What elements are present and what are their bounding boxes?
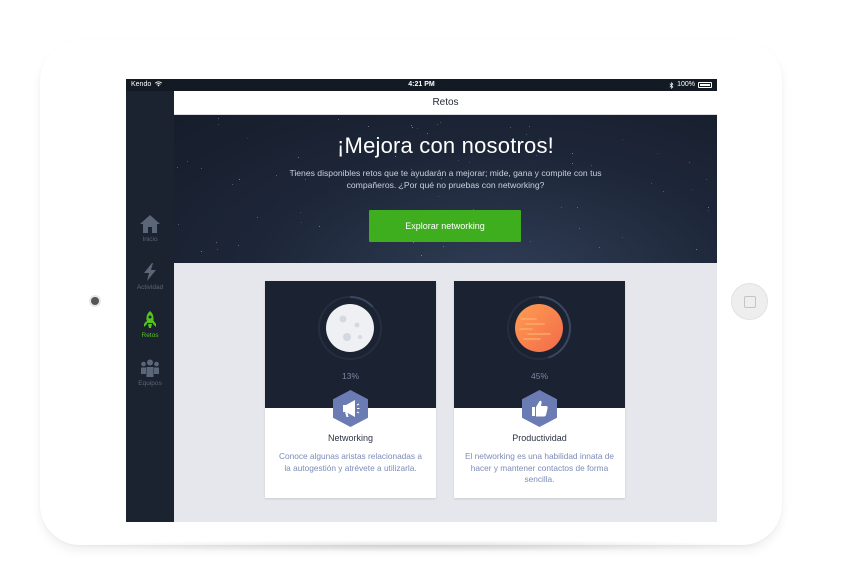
- card-header: 13%: [265, 281, 436, 408]
- card-header: 45%: [454, 281, 625, 408]
- main-content: Retos ¡Mejora con nosotros! Tienes dispo…: [174, 91, 717, 522]
- star-dot: [458, 160, 459, 161]
- hero-subtitle: Tienes disponibles retos que te ayudarán…: [289, 168, 602, 190]
- challenge-card[interactable]: 13% Networking Conoce algunas aristas re…: [265, 281, 436, 498]
- megaphone-icon: [333, 390, 368, 427]
- sidebar: Inicio Actividad Retos Equipos: [126, 91, 174, 522]
- star-dot: [591, 165, 592, 166]
- star-dot: [663, 191, 664, 192]
- star-dot: [438, 196, 439, 197]
- battery-percent: 100%: [677, 81, 695, 88]
- home-button[interactable]: [731, 283, 768, 320]
- star-dot: [469, 162, 470, 163]
- star-dot: [201, 168, 202, 169]
- hero-banner: ¡Mejora con nosotros! Tienes disponibles…: [174, 115, 717, 263]
- star-dot: [187, 161, 188, 162]
- thumbs-up-icon: [522, 390, 557, 427]
- star-dot: [696, 249, 697, 250]
- bluetooth-icon: [669, 81, 674, 89]
- team-icon: [141, 359, 159, 377]
- status-bar: Kendo 4:21 PM 100%: [126, 79, 717, 91]
- star-dot: [708, 210, 709, 211]
- tablet-shadow: [60, 540, 782, 552]
- sidebar-item-retos[interactable]: Retos: [126, 311, 174, 357]
- star-dot: [689, 162, 690, 163]
- moon-icon: [326, 304, 374, 352]
- star-dot: [530, 241, 531, 242]
- explore-networking-button[interactable]: Explorar networking: [369, 210, 521, 242]
- star-dot: [651, 183, 652, 184]
- sidebar-item-label: Retos: [141, 332, 159, 339]
- sidebar-item-label: Actividad: [136, 284, 164, 291]
- screen: Kendo 4:21 PM 100% Inicio Actividad Reto…: [126, 79, 717, 522]
- progress-ring: [507, 296, 571, 360]
- home-icon: [140, 215, 160, 233]
- star-dot: [217, 249, 218, 250]
- battery-icon: [698, 82, 712, 88]
- sidebar-item-equipos[interactable]: Equipos: [126, 359, 174, 405]
- progress-ring: [318, 296, 382, 360]
- star-dot: [238, 245, 239, 246]
- square-icon: [744, 296, 756, 308]
- card-description: El networking es una habilidad innata de…: [465, 451, 614, 484]
- star-dot: [579, 228, 580, 229]
- star-dot: [599, 247, 600, 248]
- star-dot: [561, 207, 562, 208]
- sidebar-item-inicio[interactable]: Inicio: [126, 215, 174, 261]
- card-description: Conoce algunas aristas relacionadas a la…: [279, 451, 422, 473]
- star-dot: [692, 189, 693, 190]
- star-dot: [411, 125, 412, 126]
- sidebar-item-actividad[interactable]: Actividad: [126, 263, 174, 309]
- card-title: Networking: [327, 433, 374, 443]
- star-dot: [368, 126, 369, 127]
- clock: 4:21 PM: [408, 81, 435, 88]
- page-title: Retos: [174, 91, 717, 115]
- lightning-icon: [144, 263, 156, 281]
- star-dot: [338, 119, 339, 120]
- star-dot: [529, 126, 530, 127]
- card-title: Productividad: [512, 433, 567, 443]
- star-dot: [572, 163, 573, 164]
- sun-icon: [515, 304, 563, 352]
- star-dot: [239, 179, 240, 180]
- star-dot: [178, 224, 179, 225]
- star-dot: [216, 242, 217, 243]
- star-dot: [417, 128, 418, 129]
- star-dot: [622, 237, 623, 238]
- star-dot: [437, 124, 438, 125]
- camera-icon: [91, 297, 99, 305]
- star-dot: [421, 255, 422, 256]
- battery-indicator: 100%: [669, 79, 712, 91]
- star-dot: [706, 179, 707, 180]
- hero-title: ¡Mejora con nosotros!: [337, 133, 554, 158]
- star-dot: [257, 217, 258, 218]
- star-dot: [443, 246, 444, 247]
- sidebar-item-label: Inicio: [142, 236, 158, 243]
- star-dot: [510, 127, 511, 128]
- star-dot: [232, 184, 233, 185]
- challenge-card[interactable]: 45% Productividad El networking es una h…: [454, 281, 625, 498]
- star-dot: [201, 251, 202, 252]
- sidebar-item-label: Equipos: [138, 380, 162, 387]
- star-dot: [440, 122, 441, 123]
- star-dot: [301, 222, 302, 223]
- star-dot: [300, 212, 301, 213]
- star-dot: [218, 124, 219, 125]
- rocket-icon: [144, 311, 156, 328]
- progress-percent: 45%: [530, 371, 548, 381]
- star-dot: [412, 127, 413, 128]
- star-dot: [577, 207, 578, 208]
- star-dot: [177, 167, 178, 168]
- star-dot: [413, 242, 414, 243]
- star-dot: [319, 226, 320, 227]
- star-dot: [218, 118, 219, 119]
- progress-percent: 13%: [341, 371, 359, 381]
- star-dot: [708, 207, 709, 208]
